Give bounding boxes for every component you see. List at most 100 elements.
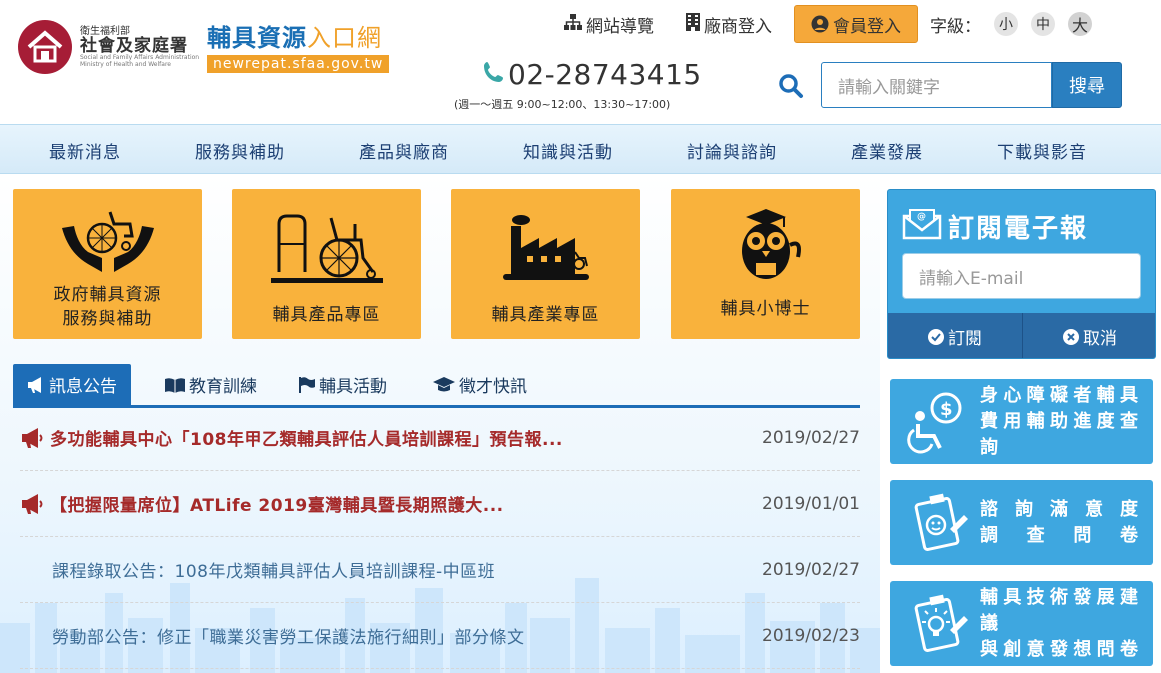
side-button-text: 身心障礙者輔具 費用輔助進度查詢 <box>980 383 1142 461</box>
tab-label: 徵才快訊 <box>459 377 527 397</box>
logo-agency-name: 社會及家庭署 <box>80 35 188 56</box>
tile-label: 輔具小博士 <box>720 299 811 319</box>
site-title-main: 輔具資源 <box>207 24 307 52</box>
owl-doctor-icon <box>726 205 806 285</box>
megaphone-icon <box>20 493 50 514</box>
svg-text:$: $ <box>940 399 953 420</box>
survey-idea-icon <box>902 588 974 660</box>
phone-number: 02-28743415 <box>508 58 702 91</box>
font-size-label: 字級： <box>930 16 981 37</box>
unsubscribe-button[interactable]: 取消 <box>1022 313 1155 358</box>
vendor-login-label: 廠商登入 <box>704 16 772 37</box>
tile-doctor[interactable]: 輔具小博士 <box>671 189 860 339</box>
innovation-survey-button[interactable]: 輔具技術發展建議 與創意發想問卷 <box>890 581 1153 666</box>
phone-icon <box>482 60 506 90</box>
sitemap-icon <box>564 13 582 35</box>
side-button-text: 輔具技術發展建議 與創意發想問卷 <box>980 585 1142 663</box>
building-icon <box>686 12 700 36</box>
news-date: 2019/02/27 <box>762 559 860 580</box>
walker-wheelchair-icon <box>270 209 383 289</box>
tile-industry[interactable]: 輔具產業專區 <box>451 189 640 339</box>
news-title[interactable]: 勞動部公告：修正「職業災害勞工保護法施行細則」部分條文 <box>52 623 525 648</box>
subscribe-actions: 訂閱 取消 <box>888 313 1155 358</box>
tile-label: 輔具產業專區 <box>491 305 600 325</box>
main-navigation: 最新消息 服務與補助 產品與廠商 知識與活動 討論與諮詢 產業發展 下載與影音 <box>0 124 1161 174</box>
side-button-line2: 調查問卷 <box>980 524 1142 546</box>
tile-label-line1: 政府輔具資源 <box>53 285 162 305</box>
nav-item-services[interactable]: 服務與補助 <box>195 138 285 163</box>
font-size-medium-button[interactable]: 中 <box>1031 12 1055 36</box>
satisfaction-survey-button[interactable]: 諮詢滿意度 調查問卷 <box>890 480 1153 565</box>
tab-label: 訊息公告 <box>49 377 117 397</box>
newsletter-subscribe-panel: @ 訂閱電子報 請輸入E-mail 訂閱 取消 <box>887 189 1156 359</box>
news-date: 2019/02/27 <box>762 427 860 448</box>
survey-smile-icon <box>902 487 974 559</box>
side-button-line1: 諮詢滿意度 <box>980 498 1142 520</box>
site-domain: newrepat.sfaa.gov.tw <box>207 55 390 73</box>
tab-jobs[interactable]: 徵才快訊 <box>419 364 541 405</box>
unsubscribe-label: 取消 <box>1083 329 1117 349</box>
user-circle-icon <box>811 15 829 33</box>
news-item[interactable]: 勞動部公告：修正「職業災害勞工保護法施行細則」部分條文 2019/02/23 <box>20 603 860 669</box>
tile-label: 輔具產品專區 <box>272 305 381 325</box>
member-login-button[interactable]: 會員登入 <box>794 5 918 43</box>
member-login-label: 會員登入 <box>833 16 901 37</box>
tile-government-services[interactable]: 政府輔具資源 服務與補助 <box>13 189 202 339</box>
close-circle-icon <box>1063 328 1079 345</box>
news-title[interactable]: 【把握限量席位】ATLife 2019臺灣輔具暨長期照護大... <box>50 491 504 516</box>
vendor-login-link[interactable]: 廠商登入 <box>686 12 772 37</box>
search-icon[interactable] <box>778 73 804 103</box>
news-item[interactable]: 【把握限量席位】ATLife 2019臺灣輔具暨長期照護大... 2019/01… <box>20 471 860 537</box>
subsidy-progress-button[interactable]: $ 身心障礙者輔具 費用輔助進度查詢 <box>890 379 1153 464</box>
news-date: 2019/01/01 <box>762 493 860 514</box>
news-title[interactable]: 多功能輔具中心「108年甲乙類輔具評估人員培訓課程」預告報... <box>50 425 563 450</box>
news-item[interactable]: 多功能輔具中心「108年甲乙類輔具評估人員培訓課程」預告報... 2019/02… <box>20 405 860 471</box>
search-input[interactable]: 請輸入關鍵字 <box>821 62 1052 108</box>
tab-activities[interactable]: 輔具活動 <box>285 364 401 405</box>
open-book-icon <box>165 377 185 393</box>
tab-label: 輔具活動 <box>319 377 387 397</box>
search-button[interactable]: 搜尋 <box>1052 62 1122 108</box>
news-item[interactable]: 課程錄取公告：108年戊類輔具評估人員培訓課程-中區班 2019/02/27 <box>20 537 860 603</box>
site-title: 輔具資源入口網 <box>207 18 389 53</box>
news-tabs: 訊息公告 教育訓練 輔具活動 徵才快訊 <box>13 364 860 408</box>
nav-item-forum[interactable]: 討論與諮詢 <box>687 138 777 163</box>
sitemap-label: 網站導覽 <box>586 16 654 37</box>
nav-item-news[interactable]: 最新消息 <box>49 138 121 163</box>
tile-products[interactable]: 輔具產品專區 <box>232 189 421 339</box>
news-title[interactable]: 課程錄取公告：108年戊類輔具評估人員培訓課程-中區班 <box>52 557 495 582</box>
wheelchair-money-icon: $ <box>902 386 974 458</box>
contact-phone: 02-28743415 <box>482 58 702 91</box>
side-button-line2: 費用輔助進度查詢 <box>980 410 1142 458</box>
side-button-line2: 與創意發想問卷 <box>980 638 1142 660</box>
tab-announcements[interactable]: 訊息公告 <box>13 364 131 405</box>
sfaa-logo[interactable]: 衛生福利部 社會及家庭署 Social and Family Affairs A… <box>18 20 200 74</box>
tab-label: 教育訓練 <box>189 377 257 397</box>
logo-ministry-name: 衛生福利部 <box>80 25 130 37</box>
side-button-line1: 身心障礙者輔具 <box>980 384 1142 406</box>
side-button-text: 諮詢滿意度 調查問卷 <box>980 497 1142 549</box>
megaphone-icon <box>27 376 45 393</box>
email-field[interactable]: 請輸入E-mail <box>902 253 1141 299</box>
side-button-line1: 輔具技術發展建議 <box>980 586 1142 634</box>
font-size-large-button[interactable]: 大 <box>1068 12 1092 36</box>
service-hours: (週一～週五 9:00~12:00、13:30~17:00) <box>454 98 671 111</box>
nav-item-knowledge[interactable]: 知識與活動 <box>523 138 613 163</box>
hands-wheelchair-icon <box>58 203 158 283</box>
nav-item-products[interactable]: 產品與廠商 <box>359 138 449 163</box>
envelope-icon: @ <box>902 206 942 247</box>
font-size-small-button[interactable]: 小 <box>994 12 1018 36</box>
subscribe-title: 訂閱電子報 <box>948 214 1089 244</box>
factory-icon <box>501 209 591 289</box>
house-logo-icon <box>18 20 72 74</box>
megaphone-icon <box>20 427 50 448</box>
tile-label: 政府輔具資源 服務與補助 <box>54 283 162 331</box>
graduation-cap-icon <box>433 376 455 393</box>
nav-item-industry[interactable]: 產業發展 <box>851 138 923 163</box>
nav-item-downloads[interactable]: 下載與影音 <box>997 138 1087 163</box>
subscribe-button[interactable]: 訂閱 <box>888 313 1022 358</box>
sitemap-link[interactable]: 網站導覽 <box>564 12 654 37</box>
tab-education[interactable]: 教育訓練 <box>151 364 271 405</box>
site-brand[interactable]: 輔具資源入口網 newrepat.sfaa.gov.tw <box>207 18 390 73</box>
check-circle-icon <box>928 328 944 345</box>
